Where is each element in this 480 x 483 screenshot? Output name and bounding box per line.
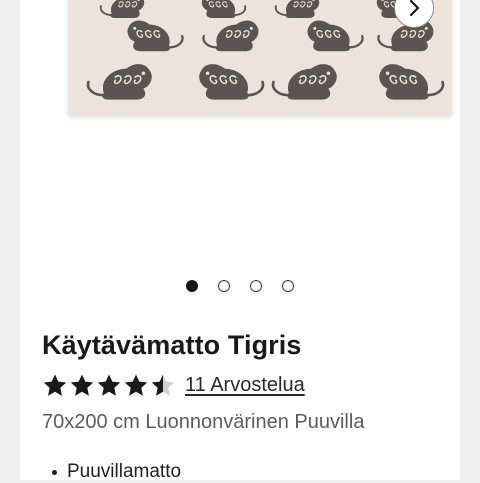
tiger-motif — [379, 64, 445, 100]
tiger-motif — [307, 20, 364, 52]
tiger-motif — [199, 64, 265, 100]
tiger-motif — [271, 64, 337, 100]
product-variant: 70x200 cm Luonnonvärinen Puuvilla — [42, 411, 365, 433]
star-half-icon — [151, 374, 175, 396]
star-full-icon — [43, 374, 67, 396]
product-rating: 11 Arvostelua — [42, 372, 305, 398]
tiger-pattern — [86, 0, 445, 100]
tiger-motif — [201, 0, 247, 18]
tiger-motif — [274, 0, 320, 18]
star-full-icon — [70, 374, 94, 396]
product-image-gallery[interactable] — [20, 0, 460, 270]
chevron-right-icon — [409, 0, 420, 17]
tiger-motif — [86, 64, 152, 100]
tiger-motif — [127, 20, 184, 52]
gallery-pagination — [20, 280, 460, 296]
pagination-dot[interactable] — [186, 280, 198, 292]
product-card: Käytävämatto Tigris 11 Arvostelua 70x200… — [20, 0, 460, 482]
star-full-icon — [124, 374, 148, 396]
tiger-motif — [99, 0, 145, 18]
tiger-motif — [202, 20, 259, 52]
reviews-link[interactable]: 11 Arvostelua — [185, 374, 305, 397]
pagination-dot[interactable] — [250, 280, 262, 292]
star-full-icon — [97, 374, 121, 396]
rating-stars — [42, 373, 177, 398]
pagination-dot[interactable] — [282, 280, 294, 292]
pagination-dot[interactable] — [218, 280, 230, 292]
rug-product-image — [68, 0, 452, 114]
product-title: Käytävämatto Tigris — [42, 330, 302, 360]
